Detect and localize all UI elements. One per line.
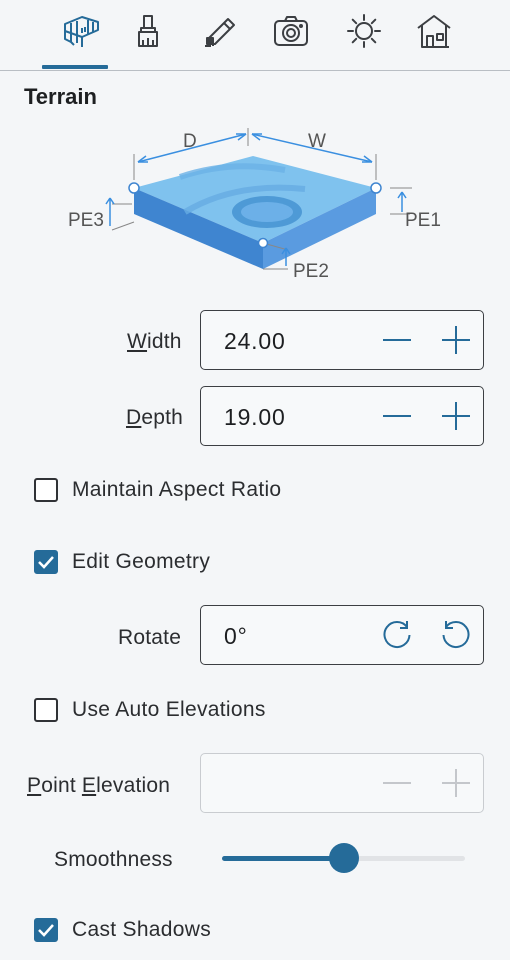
terrain-diagram: D W PE3 PE1 PE2 <box>68 128 441 282</box>
maintain-aspect-ratio-checkbox[interactable]: Maintain Aspect Ratio <box>34 478 281 502</box>
checkbox-box[interactable] <box>34 698 58 722</box>
minus-icon <box>383 339 411 341</box>
depth-field[interactable]: 19.00 <box>200 386 484 446</box>
paint-brush-icon <box>138 15 158 47</box>
width-decrement-button[interactable] <box>380 323 414 357</box>
tab-building[interactable] <box>410 12 458 62</box>
point-elevation-decrement-button <box>380 766 414 800</box>
depth-value[interactable]: 19.00 <box>224 404 286 431</box>
label-w: W <box>308 131 326 152</box>
checkbox-box[interactable] <box>34 550 58 574</box>
pencil-edit-icon <box>205 18 235 47</box>
checkmark-icon <box>38 924 54 937</box>
section-title: Terrain <box>24 84 97 109</box>
minus-icon <box>383 415 411 417</box>
smoothness-slider[interactable] <box>222 843 465 873</box>
smoothness-slider-thumb[interactable] <box>328 843 359 873</box>
cast-shadows-checkbox[interactable]: Cast Shadows <box>34 918 211 942</box>
tab-materials[interactable] <box>124 12 172 62</box>
point-elevation-increment-button <box>439 766 473 800</box>
toolbar <box>0 0 510 71</box>
rotate-counterclockwise-button[interactable] <box>439 618 473 652</box>
depth-increment-button[interactable] <box>439 399 473 433</box>
checkbox-box[interactable] <box>34 478 58 502</box>
width-value[interactable]: 24.00 <box>224 328 286 355</box>
tab-camera[interactable] <box>267 12 315 62</box>
terrain-measure-icon <box>64 16 99 47</box>
smoothness-slider-fill <box>222 856 344 861</box>
width-field[interactable]: 24.00 <box>200 310 484 370</box>
rotate-counterclockwise-icon <box>442 621 470 648</box>
smoothness-label: Smoothness <box>54 848 173 871</box>
plus-icon <box>442 402 470 430</box>
label-pe2: PE2 <box>293 261 329 282</box>
rotate-clockwise-icon <box>383 621 411 648</box>
plus-icon <box>442 326 470 354</box>
cast-shadows-label: Cast Shadows <box>72 918 212 941</box>
width-increment-button[interactable] <box>439 323 473 357</box>
tab-lighting[interactable] <box>340 12 388 62</box>
maintain-aspect-ratio-label: Maintain Aspect Ratio <box>72 478 282 501</box>
rotate-value[interactable]: 0° <box>224 623 248 650</box>
rotate-label: Rotate <box>118 626 182 649</box>
camera-icon <box>274 16 308 46</box>
depth-decrement-button[interactable] <box>380 399 414 433</box>
point-elevation-label: Point Elevation <box>27 774 171 797</box>
width-label: Width <box>127 330 182 353</box>
sun-icon <box>347 14 381 48</box>
depth-label: Depth <box>126 406 184 429</box>
plus-icon <box>442 769 470 797</box>
checkmark-icon <box>38 556 54 569</box>
tab-edit[interactable] <box>196 12 244 62</box>
rotate-clockwise-button[interactable] <box>380 618 414 652</box>
minus-icon <box>383 782 411 784</box>
active-tab-indicator <box>42 65 108 69</box>
use-auto-elevations-label: Use Auto Elevations <box>72 698 266 721</box>
edit-geometry-checkbox[interactable]: Edit Geometry <box>34 550 210 574</box>
use-auto-elevations-checkbox[interactable]: Use Auto Elevations <box>34 698 266 722</box>
edit-geometry-label: Edit Geometry <box>72 550 211 573</box>
label-pe1: PE1 <box>405 210 441 231</box>
tab-terrain[interactable] <box>57 12 105 62</box>
house-icon <box>417 15 451 48</box>
rotate-field[interactable]: 0° <box>200 605 484 665</box>
label-pe3: PE3 <box>68 210 104 231</box>
label-d: D <box>183 131 197 152</box>
point-elevation-field <box>200 753 484 813</box>
checkbox-box[interactable] <box>34 918 58 942</box>
